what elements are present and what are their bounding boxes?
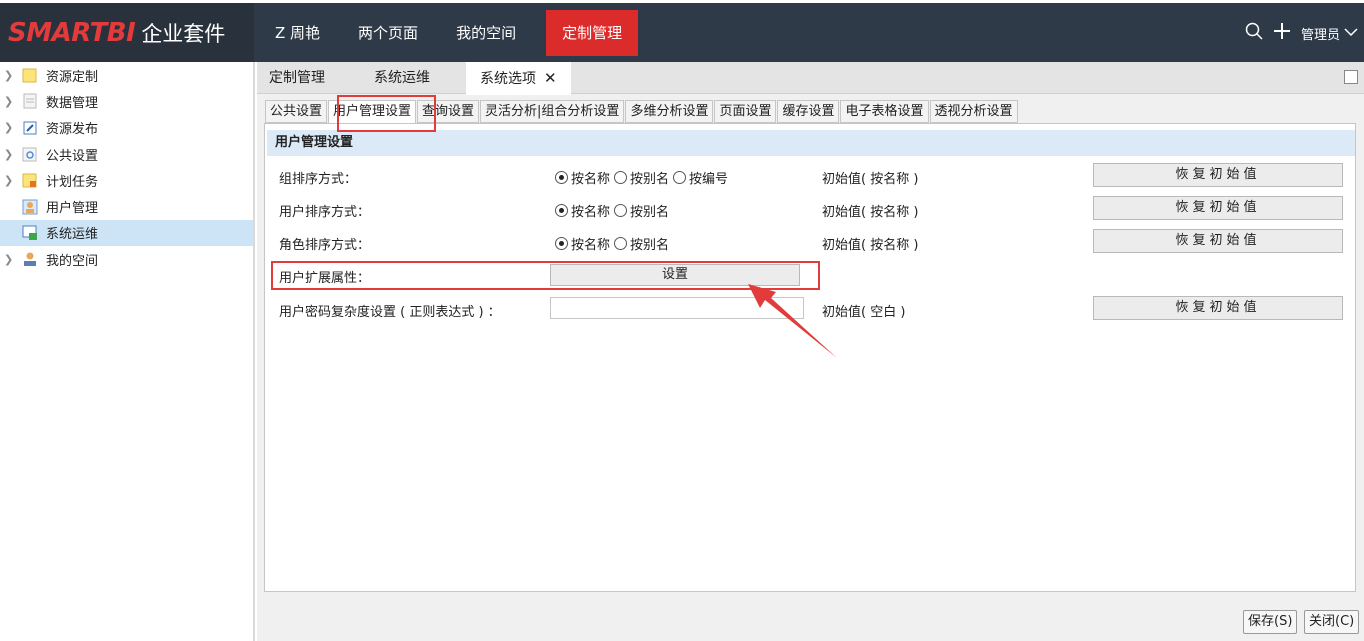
tab-bar: 定制管理 系统运维 系统选项 ✕: [257, 62, 1364, 95]
tab-system-options[interactable]: 系统选项 ✕: [466, 62, 571, 95]
user-ext-attr-label: 用户扩展属性：: [279, 271, 371, 286]
password-complexity-restore-button[interactable]: 恢复初始值: [1093, 296, 1343, 320]
close-button[interactable]: 关闭(C): [1304, 610, 1360, 634]
subtab-bar: 公共设置 用户管理设置 查询设置 灵活分析|组合分析设置 多维分析设置 页面设置…: [265, 100, 1019, 124]
role-sort-options: 按名称 按别名: [555, 234, 673, 253]
sidebar-item-user-manage[interactable]: 用户管理: [0, 193, 253, 219]
nav-item-zhouyan[interactable]: Z 周艳: [256, 10, 339, 56]
expand-arrow-icon[interactable]: ❯: [4, 174, 18, 187]
top-bar: SMARTBI 企业套件 Z 周艳 两个页面 我的空间 定制管理 管理员: [0, 0, 1364, 62]
nav-item-two-pages[interactable]: 两个页面: [339, 10, 437, 56]
save-button[interactable]: 保存(S): [1243, 610, 1298, 634]
sidebar-item-label: 公共设置: [46, 148, 99, 164]
nav-item-custom-manage[interactable]: 定制管理: [546, 10, 639, 56]
group-sort-initial: 初始值( 按名称 ): [822, 172, 919, 187]
user-sort-restore-button[interactable]: 恢复初始值: [1093, 196, 1343, 220]
radio-user-by-name[interactable]: 按名称: [555, 201, 610, 220]
group-sort-restore-button[interactable]: 恢复初始值: [1093, 163, 1343, 187]
sidebar-item-my-space[interactable]: ❯ 我的空间: [0, 246, 253, 272]
group-sort-options: 按名称 按别名 按编号: [555, 168, 732, 187]
group-sort-row: 组排序方式： 按名称 按别名 按编号 初始值( 按名称 ) 恢复初始值: [265, 162, 1355, 192]
settings-panel: 用户管理设置 组排序方式： 按名称 按别名 按编号 初始值( 按名称 ) 恢复初…: [264, 123, 1356, 592]
schedule-icon: [22, 173, 37, 188]
logo: SMARTBI 企业套件: [0, 3, 254, 62]
password-regex-input[interactable]: [550, 297, 804, 319]
role-sort-restore-button[interactable]: 恢复初始值: [1093, 229, 1343, 253]
brand-logo-text: SMARTBI: [8, 17, 136, 48]
sidebar-item-label: 用户管理: [46, 201, 99, 217]
tab-system-ops[interactable]: 系统运维: [374, 62, 430, 94]
radio-role-by-alias[interactable]: 按别名: [614, 234, 669, 253]
role-sort-label: 角色排序方式：: [279, 238, 371, 253]
sidebar-item-label: 我的空间: [46, 253, 99, 269]
user-sort-label: 用户排序方式：: [279, 205, 371, 220]
user-sort-initial: 初始值( 按名称 ): [822, 205, 919, 220]
password-complexity-initial: 初始值( 空白 ): [822, 305, 906, 320]
sidebar-item-label: 资源定制: [46, 69, 99, 85]
tab-custom-manage[interactable]: 定制管理: [269, 62, 325, 94]
sidebar-item-public-settings[interactable]: ❯ 公共设置: [0, 141, 253, 167]
tab-label: 系统选项: [480, 71, 536, 87]
document-icon: [23, 93, 37, 109]
subtab-user-manage-settings[interactable]: 用户管理设置: [328, 100, 417, 124]
subtab-query-settings[interactable]: 查询设置: [417, 100, 480, 123]
expand-arrow-icon[interactable]: ❯: [4, 253, 18, 266]
folder-icon: [22, 68, 37, 83]
expand-arrow-icon[interactable]: ❯: [4, 148, 18, 161]
user-ext-attr-settings-button[interactable]: 设置: [550, 264, 800, 286]
role-sort-initial: 初始值( 按名称 ): [822, 238, 919, 253]
my-space-icon: [24, 252, 36, 267]
sidebar-item-data-manage[interactable]: ❯ 数据管理: [0, 88, 253, 114]
top-right-tools: 管理员: [1245, 20, 1358, 46]
sidebar: ❯ 资源定制 ❯ 数据管理 ❯ 资源发布 ❯ 公共设置 ❯ 计划任务 用户管理 …: [0, 62, 255, 641]
add-icon[interactable]: [1273, 22, 1291, 44]
password-complexity-row: 用户密码复杂度设置 ( 正则表达式 ) ： 初始值( 空白 ) 恢复初始值: [265, 295, 1355, 325]
radio-role-by-name[interactable]: 按名称: [555, 234, 610, 253]
subtab-spreadsheet-settings[interactable]: 电子表格设置: [840, 100, 929, 123]
panel-title: 用户管理设置: [267, 130, 1355, 156]
radio-group-by-name[interactable]: 按名称: [555, 168, 610, 187]
group-sort-label: 组排序方式：: [279, 172, 358, 187]
subtab-cache-settings[interactable]: 缓存设置: [777, 100, 840, 123]
user-manage-icon: [22, 199, 38, 215]
chevron-down-icon[interactable]: [1344, 26, 1358, 41]
settings-icon: [22, 147, 37, 162]
system-ops-icon: [22, 225, 37, 240]
password-complexity-label: 用户密码复杂度设置 ( 正则表达式 ) ：: [279, 305, 501, 320]
sidebar-item-label: 数据管理: [46, 95, 99, 111]
suite-name: 企业套件: [141, 21, 226, 46]
top-nav: Z 周艳 两个页面 我的空间 定制管理: [256, 10, 639, 56]
sidebar-item-label: 计划任务: [46, 174, 99, 190]
publish-icon: [23, 121, 37, 135]
subtab-flexible-analysis-settings[interactable]: 灵活分析|组合分析设置: [480, 100, 625, 123]
sidebar-item-scheduled-tasks[interactable]: ❯ 计划任务: [0, 167, 253, 193]
main-area: 定制管理 系统运维 系统选项 ✕ 公共设置 用户管理设置 查询设置 灵活分析|组合…: [257, 62, 1364, 641]
user-sort-row: 用户排序方式： 按名称 按别名 初始值( 按名称 ) 恢复初始值: [265, 195, 1355, 225]
radio-user-by-alias[interactable]: 按别名: [614, 201, 669, 220]
user-sort-options: 按名称 按别名: [555, 201, 673, 220]
subtab-olap-settings[interactable]: 多维分析设置: [625, 100, 714, 123]
search-icon[interactable]: [1245, 22, 1263, 44]
sidebar-item-label: 系统运维: [46, 227, 99, 243]
role-sort-row: 角色排序方式： 按名称 按别名 初始值( 按名称 ) 恢复初始值: [265, 228, 1355, 258]
subtab-public-settings[interactable]: 公共设置: [265, 100, 328, 123]
expand-arrow-icon[interactable]: ❯: [4, 121, 18, 134]
sidebar-item-label: 资源发布: [46, 122, 99, 138]
close-icon[interactable]: ✕: [544, 69, 557, 87]
user-ext-attr-row: 用户扩展属性： 设置: [265, 262, 1355, 292]
expand-arrow-icon[interactable]: ❯: [4, 95, 18, 108]
radio-group-by-code[interactable]: 按编号: [673, 168, 728, 187]
sidebar-item-system-ops[interactable]: 系统运维: [0, 219, 253, 247]
expand-arrow-icon[interactable]: ❯: [4, 69, 18, 82]
maximize-icon[interactable]: [1344, 70, 1358, 84]
radio-group-by-alias[interactable]: 按别名: [614, 168, 669, 187]
nav-item-my-space[interactable]: 我的空间: [437, 10, 535, 56]
sidebar-item-resource-custom[interactable]: ❯ 资源定制: [0, 62, 253, 88]
sidebar-item-resource-publish[interactable]: ❯ 资源发布: [0, 115, 253, 141]
user-menu[interactable]: 管理员: [1301, 24, 1340, 43]
subtab-page-settings[interactable]: 页面设置: [714, 100, 777, 123]
subtab-pivot-settings[interactable]: 透视分析设置: [929, 100, 1018, 123]
